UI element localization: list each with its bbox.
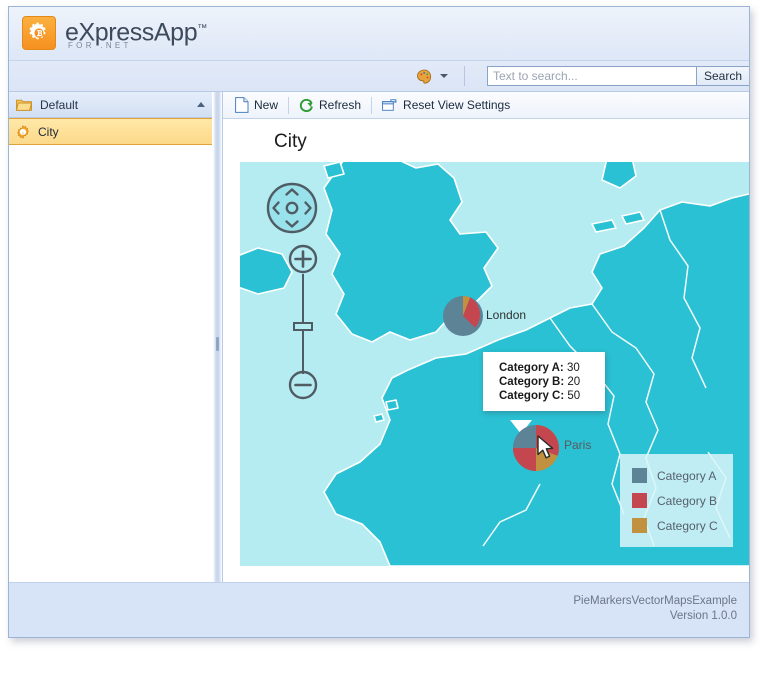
application-window: eXpressApp™ FOR .NET Search	[8, 6, 750, 638]
theme-palette-button[interactable]	[413, 65, 451, 87]
sidebar-group-label: Default	[40, 98, 197, 112]
tooltip-value-a: 30	[567, 362, 580, 374]
reset-view-settings-button[interactable]: Reset View Settings	[375, 94, 517, 117]
legend-label-b: Category B	[657, 494, 717, 508]
toolbar-separator-1	[288, 97, 289, 114]
app-header: eXpressApp™ FOR .NET	[9, 7, 749, 61]
panel-splitter[interactable]	[213, 92, 222, 583]
body-area: Default ☼ City	[9, 92, 749, 583]
refresh-icon	[299, 98, 314, 113]
pie-marker-london[interactable]	[442, 295, 484, 337]
reset-view-settings-button-label: Reset View Settings	[403, 98, 510, 112]
main-panel: New Refresh	[222, 92, 749, 583]
toolbar-separator	[464, 66, 465, 86]
legend-label-c: Category C	[657, 519, 718, 533]
navigation-sidebar: Default ☼ City	[9, 92, 213, 583]
chevron-down-icon	[440, 74, 448, 78]
legend-swatch-c	[632, 518, 647, 533]
tooltip-label-a: Category A:	[499, 362, 564, 374]
footer-info: PieMarkersVectorMapsExample Version 1.0.…	[573, 594, 737, 624]
refresh-button-label: Refresh	[319, 98, 361, 112]
app-root: eXpressApp™ FOR .NET Search	[0, 0, 760, 673]
tooltip-label-b: Category B:	[499, 376, 564, 388]
legend-item-a: Category A	[620, 463, 733, 488]
legend-swatch-b	[632, 493, 647, 508]
page-title: City	[223, 119, 749, 162]
refresh-button[interactable]: Refresh	[292, 94, 368, 117]
marker-label-london: London	[486, 308, 526, 322]
new-button[interactable]: New	[228, 94, 285, 117]
splitter-grip[interactable]	[216, 337, 219, 351]
sidebar-item-city[interactable]: ☼ City	[9, 118, 212, 145]
legend-item-b: Category B	[620, 488, 733, 513]
view-toolbar: New Refresh	[223, 92, 749, 119]
sidebar-group-default[interactable]: Default	[9, 92, 212, 118]
sidebar-item-label: City	[38, 125, 59, 139]
app-footer: PieMarkersVectorMapsExample Version 1.0.…	[9, 582, 749, 637]
tooltip-value-c: 50	[567, 390, 580, 402]
search-button[interactable]: Search	[697, 66, 750, 86]
city-gear-icon: ☼	[16, 125, 30, 139]
pie-marker-paris[interactable]	[512, 424, 560, 472]
legend-item-c: Category C	[620, 513, 733, 538]
tooltip-value-b: 20	[567, 376, 580, 388]
zoom-out-icon[interactable]	[288, 370, 318, 405]
legend-label-a: Category A	[657, 469, 716, 483]
vector-map[interactable]: London Category A: 30 Category B: 20 Cat…	[240, 162, 750, 566]
map-legend: Category A Category B Category C	[620, 454, 733, 547]
new-button-label: New	[254, 98, 278, 112]
search-toolbar: Search	[9, 61, 749, 92]
marker-tooltip: Category A: 30 Category B: 20 Category C…	[483, 352, 605, 411]
tooltip-row-c: Category C: 50	[499, 389, 595, 403]
footer-example-name: PieMarkersVectorMapsExample	[573, 594, 737, 609]
marker-label-paris: Paris	[564, 438, 591, 452]
gear-logo-icon	[22, 16, 56, 50]
tooltip-label-c: Category C:	[499, 390, 564, 402]
new-document-icon	[235, 97, 249, 113]
trademark-symbol: ™	[197, 23, 207, 34]
tooltip-row-a: Category A: 30	[499, 361, 595, 375]
zoom-slider-handle[interactable]	[293, 322, 313, 331]
palette-icon	[416, 69, 433, 84]
toolbar-separator-2	[371, 97, 372, 114]
tooltip-row-b: Category B: 20	[499, 375, 595, 389]
reset-view-icon	[382, 98, 398, 113]
app-logo: eXpressApp™ FOR .NET	[22, 16, 207, 50]
legend-swatch-a	[632, 468, 647, 483]
chevron-up-icon[interactable]	[197, 102, 205, 107]
app-title-block: eXpressApp™ FOR .NET	[65, 16, 207, 50]
folder-icon	[16, 98, 32, 111]
svg-text:☼: ☼	[21, 130, 26, 136]
footer-version: Version 1.0.0	[573, 609, 737, 624]
search-input[interactable]	[487, 66, 697, 86]
pan-compass-icon[interactable]	[266, 182, 318, 239]
